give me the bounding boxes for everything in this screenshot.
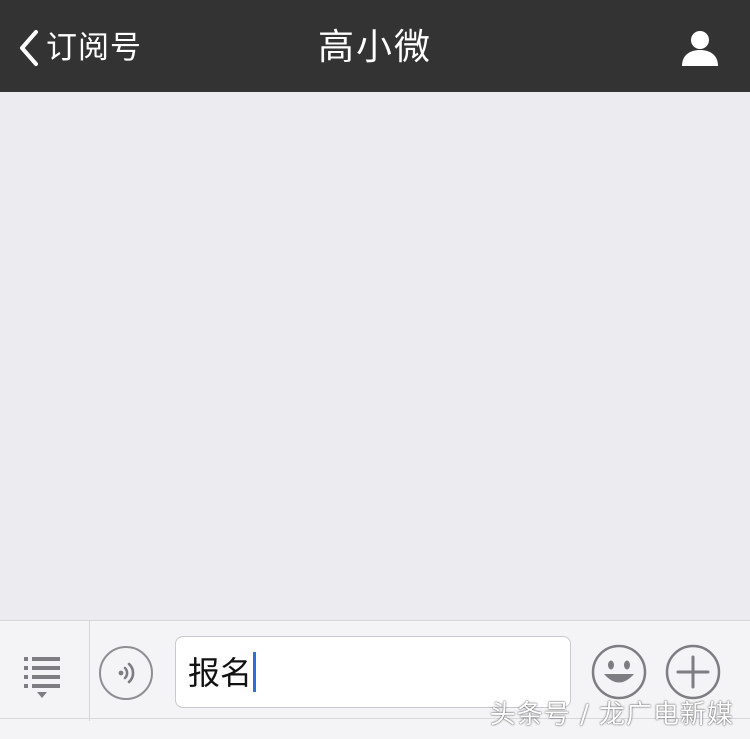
voice-button[interactable] (99, 646, 153, 700)
message-input-value: 报名 (188, 654, 253, 692)
person-icon (682, 31, 718, 66)
watermark: 头条号 / 龙广电新媒 (489, 700, 734, 730)
message-input-text: 报名 (188, 651, 257, 695)
smiley-icon (591, 644, 647, 700)
profile-button[interactable] (680, 28, 720, 68)
menu-toggle-button[interactable] (0, 621, 90, 721)
plus-button[interactable] (664, 643, 722, 701)
plus-icon (665, 644, 721, 700)
page-title: 高小微 (317, 27, 432, 68)
message-list[interactable] (0, 92, 750, 620)
nav-bar: 订阅号 高小微 (0, 0, 750, 92)
emoji-button[interactable] (590, 643, 648, 701)
list-icon (24, 657, 60, 698)
text-caret (253, 652, 257, 692)
voice-icon (118, 662, 135, 684)
